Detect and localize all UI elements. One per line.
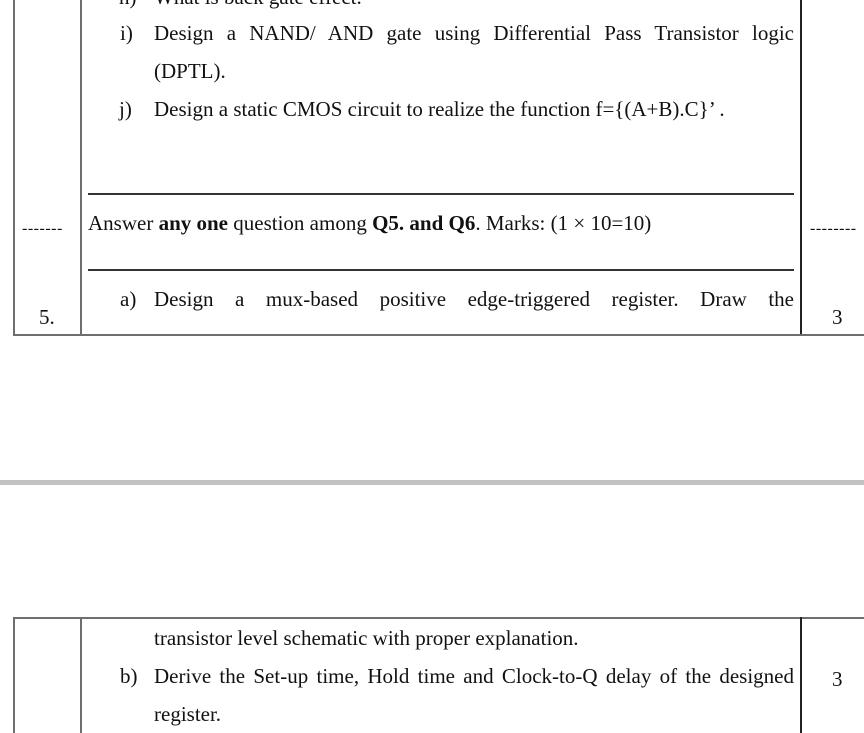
table-column-divider-1 [80,617,82,733]
table-left-border [13,617,15,733]
instruction-part3: . Marks: (1 × 10=10) [475,211,652,235]
item-b-label: b) [120,664,138,688]
question-number: 5. [39,305,55,329]
table-left-border [13,0,15,336]
table-column-divider-2 [800,617,802,733]
table-bottom-border [13,334,864,336]
instruction-part2: question among [228,211,373,235]
item-b-marks: 3 [832,667,843,691]
section-rule-top [88,193,794,195]
section-rule-bottom [88,269,794,271]
item-i-text-line2: (DPTL). [154,59,226,83]
item-i-text-line1: Design a NAND/ AND gate using Differenti… [154,21,794,45]
item-b-text-line1: Derive the Set-up time, Hold time and Cl… [154,664,794,688]
item-j-text: Design a static CMOS circuit to realize … [154,97,725,121]
item-a-text-line1: Design a mux-based positive edge-trigger… [154,287,794,311]
table-column-divider-1 [80,0,82,336]
instruction-bold-q5-q6: Q5. and Q6 [372,211,476,235]
section-instruction: Answer any one question among Q5. and Q6… [88,211,651,235]
item-a-text-line2: transistor level schematic with proper e… [154,626,579,650]
item-h-text: What is back gate effect. [154,0,362,9]
table-top-border [13,617,864,619]
item-h-label: h) [119,0,137,9]
item-j-label: j) [119,97,132,121]
instruction-part1: Answer [88,211,159,235]
left-dashes: ------- [22,220,63,237]
instruction-bold-any-one: any one [158,211,229,235]
item-b-text-line2: register. [154,702,222,726]
table-column-divider-2 [800,0,802,336]
item-a-label: a) [120,287,137,311]
item-i-label: i) [120,21,133,45]
document-page-2: transistor level schematic with proper e… [0,485,864,733]
item-a-marks: 3 [832,305,843,329]
right-dashes: -------- [810,220,857,237]
document-page-1: h) What is back gate effect. i) Design a… [0,0,864,480]
